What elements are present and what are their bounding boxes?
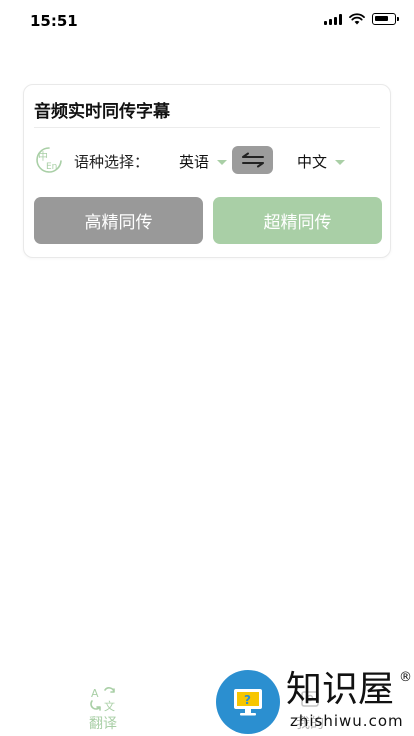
source-language-value: 英语 bbox=[179, 153, 210, 171]
status-time: 15:51 bbox=[30, 12, 78, 30]
svg-text:文: 文 bbox=[104, 699, 115, 712]
language-selection-row: 中 En 语种选择： 英语 中文 bbox=[34, 145, 382, 175]
wifi-icon bbox=[349, 13, 365, 25]
svg-text:En: En bbox=[46, 162, 57, 172]
target-language-value: 中文 bbox=[297, 153, 328, 171]
status-bar: 15:51 bbox=[0, 0, 414, 40]
language-select-label: 语种选择： bbox=[74, 153, 150, 171]
watermark-brand: 知识屋 bbox=[286, 669, 395, 710]
monitor-question-icon: ? bbox=[234, 689, 262, 716]
target-language-dropdown[interactable]: 中文 bbox=[297, 151, 346, 172]
high-precision-interpretation-button[interactable]: 高精同传 bbox=[34, 197, 203, 244]
realtime-subtitle-card: 音频实时同传字幕 中 En 语种选择： 英语 中文 高精同传 超精同传 bbox=[23, 84, 391, 258]
watermark-url: zhishiwu.com bbox=[290, 712, 404, 730]
cellular-signal-icon bbox=[324, 13, 342, 25]
svg-text:A: A bbox=[91, 687, 99, 700]
watermark-logo: ? bbox=[216, 670, 280, 734]
card-title: 音频实时同传字幕 bbox=[34, 102, 170, 122]
watermark-overlay: ? 知识屋 ® zhishiwu.com bbox=[214, 668, 414, 736]
chevron-down-icon bbox=[335, 159, 346, 165]
source-language-dropdown[interactable]: 英语 bbox=[179, 151, 228, 172]
svg-text:?: ? bbox=[244, 693, 251, 707]
card-divider bbox=[34, 127, 380, 128]
translate-icon: A 文 bbox=[90, 687, 115, 712]
watermark-registered-mark: ® bbox=[399, 670, 412, 685]
language-icon: 中 En bbox=[36, 147, 62, 173]
chevron-down-icon bbox=[217, 159, 228, 165]
tab-translate-label: 翻译 bbox=[89, 716, 117, 732]
swap-languages-button[interactable] bbox=[232, 146, 273, 174]
battery-icon bbox=[372, 13, 399, 25]
swap-arrows-icon bbox=[241, 152, 264, 168]
ultra-precision-interpretation-button[interactable]: 超精同传 bbox=[213, 197, 382, 244]
status-icons bbox=[324, 13, 399, 25]
tab-translate[interactable]: A 文 翻译 bbox=[73, 686, 133, 733]
